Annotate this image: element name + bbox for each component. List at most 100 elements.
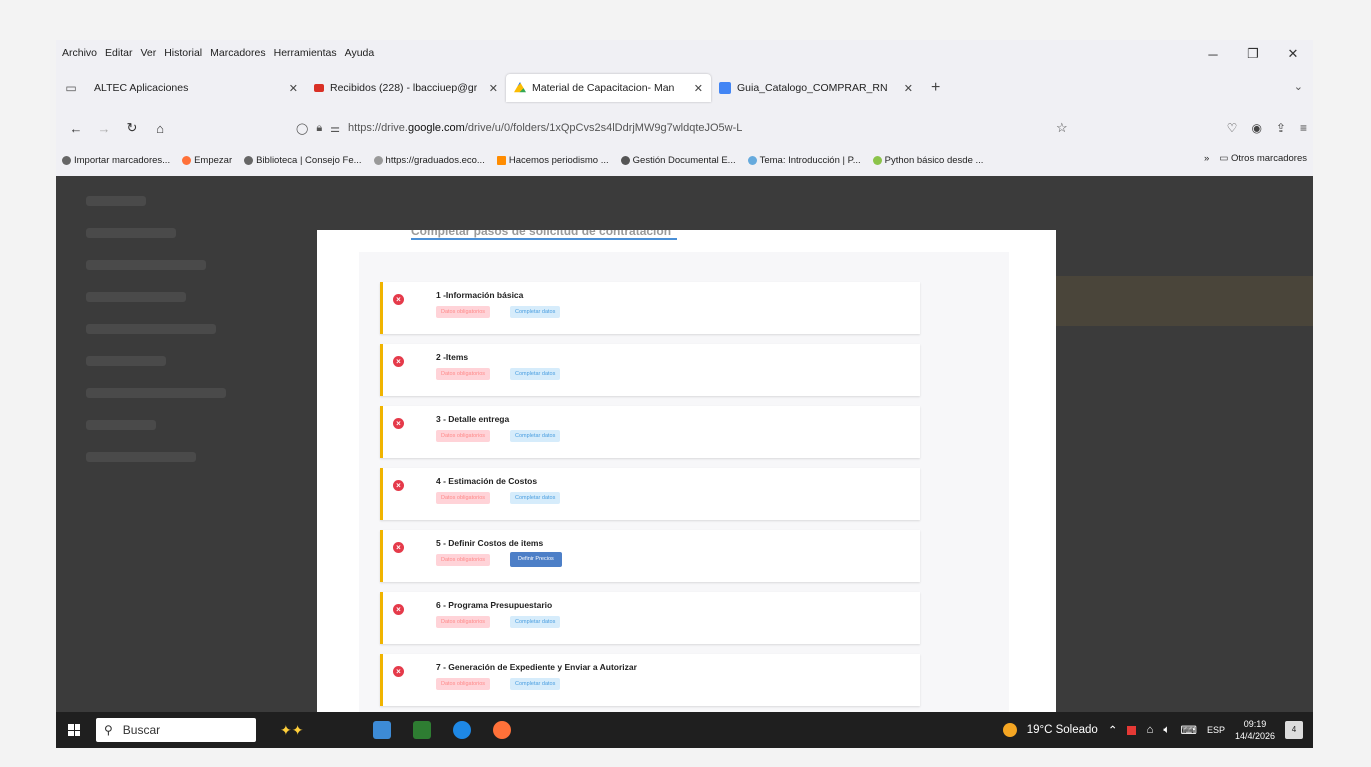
shield-icon[interactable]: ◯ — [296, 122, 308, 135]
home-icon[interactable]: ⌂ — [146, 121, 174, 136]
more-bookmarks-icon[interactable]: » — [1204, 153, 1209, 164]
taskbar-apps — [373, 721, 512, 739]
close-tab-icon[interactable]: ✕ — [904, 82, 913, 95]
weather-text[interactable]: 19°C Soleado — [1027, 724, 1098, 736]
page-icon — [747, 155, 757, 165]
file-explorer-icon[interactable] — [373, 721, 392, 739]
chevron-up-icon[interactable]: ⌃ — [1108, 723, 1118, 737]
menu-archivo[interactable]: Archivo — [62, 47, 97, 59]
complete-data-button[interactable]: Completar datos — [510, 430, 561, 442]
store-icon[interactable] — [413, 721, 432, 739]
clock-time: 09:19 — [1243, 719, 1267, 729]
tab-label: Recibidos (228) - lbacciuep@gr — [330, 82, 478, 94]
chevron-down-icon[interactable]: ⌄ — [1294, 80, 1303, 93]
complete-data-button[interactable]: Completar datos — [510, 306, 561, 318]
menu-bar: Archivo Editar Ver Historial Marcadores … — [56, 40, 1313, 66]
menu-historial[interactable]: Historial — [164, 47, 202, 59]
app-icon[interactable] — [453, 721, 472, 739]
volume-icon[interactable]: 🔈︎ — [1163, 724, 1170, 737]
bookmark-item[interactable]: Importar marcadores... — [62, 155, 170, 166]
url-bar[interactable]: ◯ 🔒︎ ⚌ https://drive.google.com/drive/u/… — [296, 114, 742, 142]
other-bookmarks[interactable]: ▭ Otros marcadores — [1219, 153, 1307, 164]
complete-data-button[interactable]: Completar datos — [510, 368, 561, 380]
bookmark-item[interactable]: https://graduados.eco... — [373, 155, 485, 166]
nav-bar: ← → ↻ ⌂ ◯ 🔒︎ ⚌ https://drive.google.com/… — [56, 114, 1313, 142]
bookmark-item[interactable]: Gestión Documental E... — [620, 155, 736, 166]
system-tray: 19°C Soleado ⌃ ⌂ 🔈︎ ⌨ ESP 09:19 14/4/202… — [1002, 712, 1303, 748]
reload-icon[interactable]: ↻ — [118, 120, 146, 136]
new-tab-icon[interactable]: + — [921, 79, 950, 97]
step-title: 7 - Generación de Expediente y Enviar a … — [436, 662, 637, 672]
bookmark-item[interactable]: Python básico desde ... — [872, 155, 983, 166]
bookmark-item[interactable]: Empezar — [182, 155, 232, 166]
clock[interactable]: 09:19 14/4/2026 — [1235, 718, 1275, 742]
close-tab-icon[interactable]: ✕ — [489, 82, 498, 95]
bookmark-item[interactable]: Hacemos periodismo ... — [496, 155, 609, 166]
pocket-icon[interactable]: ♡ — [1227, 121, 1238, 135]
step-title: 2 -Items — [436, 352, 469, 362]
tab-drive-material[interactable]: Material de Capacitacion- Man ✕ — [506, 74, 711, 102]
tab-altec[interactable]: ALTEC Aplicaciones ✕ — [86, 74, 306, 102]
status-badge: Datos obligatorios — [436, 554, 491, 566]
complete-data-button[interactable]: Completar datos — [510, 678, 561, 690]
step-card: × 7 - Generación de Expediente y Enviar a… — [380, 654, 920, 706]
taskbar-search[interactable]: ⚲ Buscar — [96, 718, 256, 742]
forward-icon[interactable]: → — [90, 121, 118, 136]
notifications-icon[interactable]: 4 — [1285, 721, 1303, 739]
extensions-icon[interactable]: ⇪ — [1276, 121, 1286, 135]
tab-gmail[interactable]: Recibidos (228) - lbacciuep@gr ✕ — [306, 74, 506, 102]
clock-date: 14/4/2026 — [1234, 731, 1275, 741]
account-icon[interactable]: ◉ — [1251, 121, 1261, 135]
python-icon — [872, 155, 882, 165]
drive-icon — [514, 82, 526, 93]
bookmark-item[interactable]: Biblioteca | Consejo Fe... — [244, 155, 362, 166]
menu-ver[interactable]: Ver — [140, 47, 156, 59]
keyboard-icon[interactable]: ⌨ — [1180, 723, 1197, 737]
network-icon[interactable]: ⌂ — [1146, 724, 1153, 736]
define-prices-button[interactable]: Definir Precios — [510, 552, 562, 567]
menu-marcadores[interactable]: Marcadores — [210, 47, 265, 59]
docs-icon — [719, 82, 731, 94]
step-card: × 6 - Programa Presupuestario Datos obliga… — [380, 592, 920, 644]
menu-icon[interactable]: ≡ — [1300, 121, 1307, 135]
close-tab-icon[interactable]: ✕ — [694, 82, 703, 95]
permissions-icon[interactable]: ⚌ — [330, 122, 340, 135]
window-controls: ─ ❐ ✕ — [1193, 42, 1313, 66]
firefox-icon — [182, 155, 192, 165]
menu-editar[interactable]: Editar — [105, 47, 132, 59]
page-content: Completar pasos de solicitud de contrata… — [56, 176, 1313, 712]
tab-guia-catalogo[interactable]: Guia_Catalogo_COMPRAR_RN ✕ — [711, 74, 921, 102]
search-icon: ⚲ — [104, 723, 113, 737]
tab-overview-icon[interactable]: ▭ — [56, 81, 86, 95]
error-icon: × — [393, 604, 404, 615]
bookmark-item[interactable]: Tema: Introducción | P... — [747, 155, 861, 166]
close-icon[interactable]: ✕ — [1273, 42, 1313, 66]
windows-start-icon[interactable] — [56, 724, 92, 736]
restore-icon[interactable]: ❐ — [1233, 42, 1273, 66]
close-tab-icon[interactable]: ✕ — [289, 82, 298, 95]
globe-icon — [244, 155, 254, 165]
copilot-sparkle-icon[interactable]: ✦✦ — [280, 722, 303, 739]
complete-data-button[interactable]: Completar datos — [510, 616, 561, 628]
status-badge: Datos obligatorios — [436, 492, 491, 504]
tray-app-icon[interactable] — [1127, 725, 1137, 735]
menu-ayuda[interactable]: Ayuda — [345, 47, 375, 59]
bookmark-star-icon[interactable]: ☆ — [1056, 120, 1068, 136]
back-icon[interactable]: ← — [62, 121, 90, 136]
step-card: × 3 - Detalle entrega Datos obligatorios Co… — [380, 406, 920, 458]
menu-herramientas[interactable]: Herramientas — [274, 47, 337, 59]
language-indicator[interactable]: ESP — [1207, 725, 1225, 735]
error-icon: × — [393, 542, 404, 553]
firefox-icon[interactable] — [493, 721, 512, 739]
doc-heading: Completar pasos de solicitud de contrata… — [411, 230, 677, 240]
minimize-icon[interactable]: ─ — [1193, 42, 1233, 66]
complete-data-button[interactable]: Completar datos — [510, 492, 561, 504]
lock-icon[interactable]: 🔒︎ — [316, 122, 322, 135]
status-badge: Datos obligatorios — [436, 368, 491, 380]
url-text: https://drive.google.com/drive/u/0/folde… — [348, 122, 743, 134]
news-icon — [496, 155, 506, 165]
status-badge: Datos obligatorios — [436, 430, 491, 442]
document-icon — [620, 155, 630, 165]
tab-label: Material de Capacitacion- Man — [532, 82, 675, 94]
weather-icon[interactable] — [1002, 723, 1017, 737]
